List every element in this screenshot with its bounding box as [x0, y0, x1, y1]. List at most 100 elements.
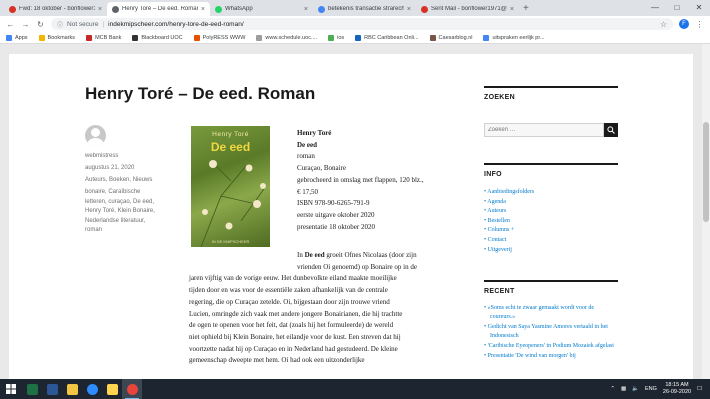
- post-title[interactable]: Henry Toré – De eed. Roman: [85, 84, 315, 104]
- tab-close-icon[interactable]: ×: [304, 6, 308, 13]
- start-button[interactable]: [0, 379, 22, 399]
- post-date[interactable]: augustus 21, 2020: [85, 164, 134, 174]
- browser-tab[interactable]: Fwd: 18 oktober - bonflower1971@×: [4, 2, 107, 16]
- address-bar[interactable]: ⓘ Not secure | indekmipscheer.com/henry-…: [51, 18, 673, 30]
- chrome-icon: [126, 383, 138, 395]
- minimize-icon[interactable]: —: [644, 0, 666, 16]
- info-icon[interactable]: ⓘ: [57, 20, 63, 29]
- recent-post-link[interactable]: «Soms echt te zwaar gemaakt wordt voor d…: [484, 304, 618, 323]
- post-categories[interactable]: Auteurs, Boeken, Nieuws: [85, 176, 152, 186]
- info-link[interactable]: Aanbiedingsfolders: [484, 188, 534, 198]
- bookmark-label: uitspraken eerlijk pr...: [492, 34, 545, 41]
- close-window-icon[interactable]: ✕: [688, 0, 710, 16]
- bookmark-item[interactable]: Blackboard UOC: [132, 34, 183, 41]
- bookmark-item[interactable]: www.schedule.uoc....: [256, 34, 317, 41]
- tab-favicon-icon: [421, 5, 428, 13]
- book-detail-line: roman: [297, 152, 315, 161]
- network-icon[interactable]: ▩: [621, 386, 626, 392]
- bookmark-item[interactable]: Apps: [6, 34, 28, 41]
- info-link[interactable]: Agenda: [484, 198, 534, 208]
- taskbar-app[interactable]: [82, 379, 102, 399]
- post-tag-line[interactable]: bonaire, Caraïbische: [85, 188, 155, 198]
- bookmark-label: Caesarblog.nl: [438, 34, 473, 41]
- file-explorer-icon: [66, 383, 78, 395]
- tab-close-icon[interactable]: ×: [201, 6, 205, 13]
- bookmark-favicon-icon: [6, 34, 12, 41]
- tab-title: betekenis transactie strarecht - G: [328, 6, 404, 12]
- browser-tab[interactable]: Sent Mail - bonflower1971@gm ×: [416, 2, 519, 16]
- tab-close-icon[interactable]: ×: [407, 6, 411, 13]
- browser-tab[interactable]: Henry Toré – De eed. Roman – i×: [107, 2, 210, 16]
- bookmark-item[interactable]: Caesarblog.nl: [429, 34, 473, 41]
- reload-icon[interactable]: ↻: [36, 20, 45, 29]
- maximize-icon[interactable]: □: [666, 0, 688, 16]
- tab-favicon-icon: [318, 5, 325, 13]
- recent-post-link[interactable]: Presentatie 'De wind van morgen' bij: [484, 352, 618, 361]
- security-label: Not secure: [67, 20, 99, 28]
- bookmark-item[interactable]: MCB Bank: [86, 34, 121, 41]
- tab-favicon-icon: [9, 5, 16, 13]
- new-tab-button[interactable]: +: [523, 2, 529, 16]
- post-body: In De eed groeit Ofnes Nicolaas (door zi…: [189, 250, 459, 367]
- bookmark-favicon-icon: [132, 34, 139, 41]
- browser-tab[interactable]: WhatsApp ×: [210, 2, 313, 16]
- book-details: Henry Toré De eed roman Curaçao, Bonaire geb…: [297, 128, 424, 233]
- info-link[interactable]: Columns +: [484, 226, 534, 236]
- tab-title: Fwd: 18 oktober - bonflower1971@: [19, 6, 95, 12]
- language-indicator[interactable]: ENG: [645, 386, 657, 392]
- book-detail-line: gebrocheerd in omslag met flappen, 120 b…: [297, 175, 424, 184]
- back-icon[interactable]: ←: [6, 20, 15, 29]
- recent-list: «Soms echt te zwaar gemaakt wordt voor d…: [484, 304, 618, 361]
- recent-post-link[interactable]: Gedicht van Saya Yasmine Amores vertaald…: [484, 323, 618, 342]
- tab-close-icon[interactable]: ×: [510, 6, 514, 13]
- info-link[interactable]: Uitgeverij: [484, 246, 534, 256]
- clock[interactable]: 18:15 AM 26-09-2020: [663, 382, 691, 396]
- body-text-line: de ogen te openen voor het feit, dat (zo…: [189, 321, 394, 330]
- volume-icon[interactable]: 🔈: [632, 386, 639, 392]
- bookmark-item[interactable]: ios: [328, 34, 344, 41]
- tab-title: Sent Mail - bonflower1971@gm: [431, 6, 507, 12]
- cover-publisher: IN DE KNIPSCHEER: [211, 239, 250, 244]
- book-cover-image[interactable]: Henry Toré De eed IN DE KNIPSCHEER: [191, 126, 270, 247]
- book-detail-line: ISBN 978-90-6265-791-9: [297, 199, 370, 208]
- post-tag-line[interactable]: letteren, curaçao, De eed,: [85, 198, 155, 208]
- scrollbar-thumb[interactable]: [703, 122, 709, 222]
- taskbar-app[interactable]: [102, 379, 122, 399]
- page-scrollbar[interactable]: [702, 44, 710, 379]
- book-detail-line: € 17,50: [297, 187, 318, 196]
- bookmark-label: Apps: [15, 34, 28, 41]
- search-button[interactable]: [604, 123, 618, 137]
- bookmark-item[interactable]: PolyRESS WWW: [193, 34, 245, 41]
- info-link[interactable]: Bestellen: [484, 217, 534, 227]
- taskbar-app[interactable]: [62, 379, 82, 399]
- post-author[interactable]: webmistress: [85, 152, 118, 162]
- menu-icon[interactable]: ⋮: [695, 20, 704, 29]
- taskbar-app[interactable]: [122, 379, 142, 399]
- info-link[interactable]: Auteurs: [484, 207, 534, 217]
- info-link[interactable]: Contact: [484, 236, 534, 246]
- body-text-line: regering, die op Curaçao zetelde. Oi, bi…: [189, 297, 390, 306]
- recent-post-link[interactable]: 'Caribische Eyeopeners' in Podium Mozaie…: [484, 342, 618, 351]
- post-tag-line[interactable]: Nederlandse literatuur,: [85, 217, 155, 227]
- post-tag-line[interactable]: roman: [85, 226, 155, 236]
- bookmark-item[interactable]: RBC Caribbean Onli...: [355, 34, 419, 41]
- profile-avatar[interactable]: F: [679, 19, 689, 29]
- bookmark-item[interactable]: Bookmarks: [38, 34, 75, 41]
- sidebar-divider: [484, 86, 618, 88]
- author-avatar: [85, 125, 106, 146]
- notifications-icon[interactable]: ☐: [697, 386, 702, 392]
- bookmark-star-icon[interactable]: ☆: [660, 20, 667, 29]
- forward-icon[interactable]: →: [21, 20, 30, 29]
- tray-chevron-icon[interactable]: ⌃: [610, 386, 615, 392]
- browser-tab[interactable]: betekenis transactie strarecht - G×: [313, 2, 416, 16]
- tab-title: WhatsApp: [225, 6, 253, 12]
- body-text-line: jaren vijftig van de vorige eeuw. Het du…: [189, 274, 397, 283]
- body-text-line: niet ophield bij Klein Bonaire, het eila…: [189, 332, 401, 341]
- bookmark-label: Blackboard UOC: [141, 34, 183, 41]
- search-input[interactable]: [484, 123, 604, 137]
- taskbar-app[interactable]: [22, 379, 42, 399]
- tab-close-icon[interactable]: ×: [98, 6, 102, 13]
- post-tag-line[interactable]: Henry Toré, Klein Bonaire,: [85, 207, 155, 217]
- taskbar-app[interactable]: [42, 379, 62, 399]
- bookmark-item[interactable]: uitspraken eerlijk pr...: [483, 34, 545, 41]
